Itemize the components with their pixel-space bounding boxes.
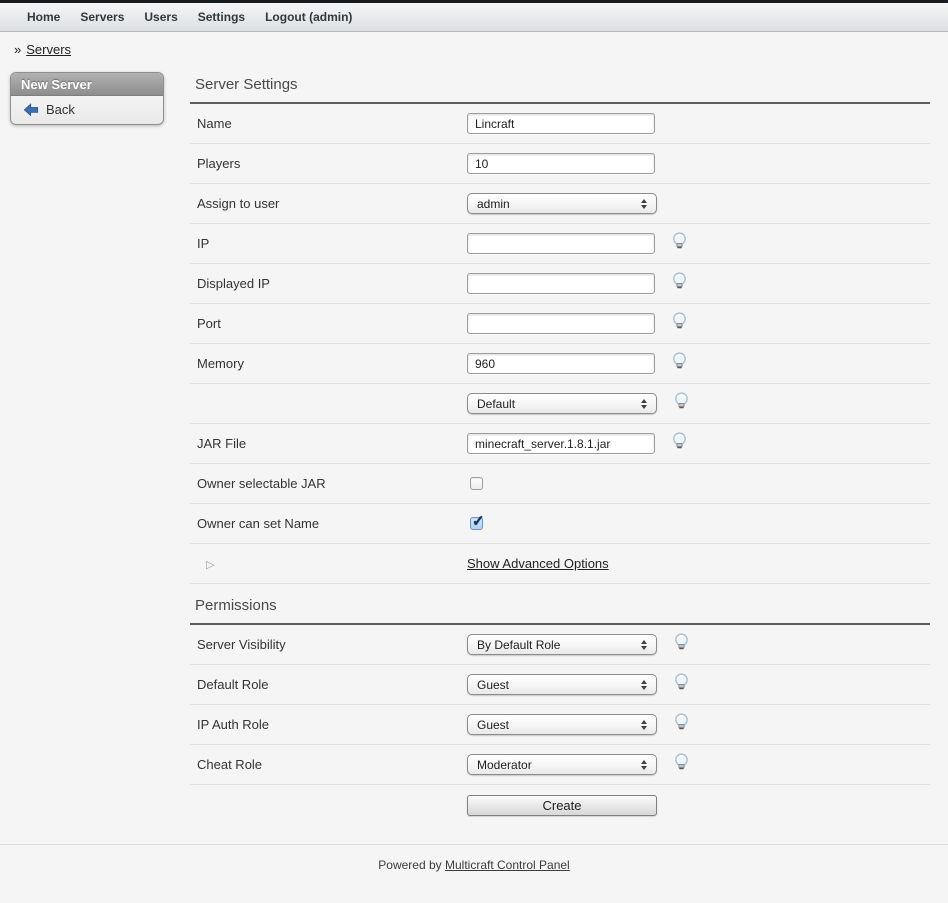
form-row-assign-to-user: Assign to user admin [190, 184, 930, 224]
content: New Server Back Server Settings Name Pla… [0, 63, 948, 826]
memory-label: Memory [190, 356, 467, 371]
memory-preset-value: Default [477, 397, 515, 411]
nav-item-settings[interactable]: Settings [188, 3, 255, 31]
back-arrow-icon [23, 103, 39, 117]
nav-item-logout[interactable]: Logout (admin) [255, 3, 362, 31]
select-stepper-icon [641, 760, 647, 770]
port-input[interactable] [467, 313, 655, 334]
server-visibility-help-bulb-icon[interactable] [673, 633, 690, 656]
section-title-server-settings: Server Settings [190, 63, 930, 102]
players-input[interactable] [467, 153, 655, 174]
server-settings-form: Server Settings Name Players Assign to u… [190, 63, 930, 826]
main-nav: Home Servers Users Settings Logout (admi… [0, 3, 948, 32]
breadcrumb: » Servers [0, 32, 948, 63]
server-visibility-value: By Default Role [477, 638, 560, 652]
ip-auth-role-select[interactable]: Guest [467, 714, 657, 735]
port-label: Port [190, 316, 467, 331]
owner-selectable-jar-label: Owner selectable JAR [190, 476, 467, 491]
owner-can-set-name-checkbox[interactable] [470, 517, 483, 530]
form-row-default-role: Default Role Guest [190, 665, 930, 705]
breadcrumb-link-servers[interactable]: Servers [26, 42, 71, 57]
form-row-memory: Memory [190, 344, 930, 384]
jar-file-help-bulb-icon[interactable] [671, 432, 688, 455]
owner-selectable-jar-checkbox[interactable] [470, 477, 483, 490]
page: Home Servers Users Settings Logout (admi… [0, 0, 948, 903]
server-visibility-label: Server Visibility [190, 637, 467, 652]
form-row-jar-file: JAR File [190, 424, 930, 464]
right-triangle-icon[interactable]: ▷ [206, 559, 214, 571]
advanced-disclosure: ▷ [190, 556, 467, 571]
show-advanced-options-link[interactable]: Show Advanced Options [467, 556, 609, 571]
sidebar-back-label: Back [46, 102, 75, 117]
ip-help-bulb-icon[interactable] [671, 232, 688, 255]
cheat-role-value: Moderator [477, 758, 532, 772]
memory-input[interactable] [467, 353, 655, 374]
select-stepper-icon [641, 720, 647, 730]
memory-preset-select[interactable]: Default [467, 393, 657, 414]
ip-auth-role-label: IP Auth Role [190, 717, 467, 732]
form-row-advanced-options: ▷ Show Advanced Options [190, 544, 930, 584]
form-row-owner-selectable-jar: Owner selectable JAR [190, 464, 930, 504]
assign-to-user-value: admin [477, 197, 510, 211]
footer-powered-by-text: Powered by [378, 858, 441, 872]
default-role-help-bulb-icon[interactable] [673, 673, 690, 696]
form-row-server-visibility: Server Visibility By Default Role [190, 625, 930, 665]
name-input[interactable] [467, 113, 655, 134]
form-row-owner-can-set-name: Owner can set Name [190, 504, 930, 544]
displayed-ip-input[interactable] [467, 273, 655, 294]
assign-to-user-label: Assign to user [190, 196, 467, 211]
jar-file-input[interactable] [467, 433, 655, 454]
form-row-ip-auth-role: IP Auth Role Guest [190, 705, 930, 745]
select-stepper-icon [641, 399, 647, 409]
cheat-role-select[interactable]: Moderator [467, 754, 657, 775]
select-stepper-icon [641, 640, 647, 650]
form-row-ip: IP [190, 224, 930, 264]
displayed-ip-help-bulb-icon[interactable] [671, 272, 688, 295]
assign-to-user-select[interactable]: admin [467, 193, 657, 214]
owner-can-set-name-label: Owner can set Name [190, 516, 467, 531]
name-label: Name [190, 116, 467, 131]
nav-item-users[interactable]: Users [134, 3, 187, 31]
ip-input[interactable] [467, 233, 655, 254]
displayed-ip-label: Displayed IP [190, 276, 467, 291]
jar-file-label: JAR File [190, 436, 467, 451]
memory-help-bulb-icon[interactable] [671, 352, 688, 375]
form-row-submit: Create [190, 785, 930, 826]
server-visibility-select[interactable]: By Default Role [467, 634, 657, 655]
cheat-role-label: Cheat Role [190, 757, 467, 772]
create-button[interactable]: Create [467, 795, 657, 816]
select-stepper-icon [641, 680, 647, 690]
form-row-name: Name [190, 104, 930, 144]
footer: Powered by Multicraft Control Panel [0, 844, 948, 872]
sidebar-title: New Server [11, 73, 163, 96]
ip-auth-role-value: Guest [477, 718, 509, 732]
footer-multicraft-link[interactable]: Multicraft Control Panel [445, 858, 570, 872]
form-row-displayed-ip: Displayed IP [190, 264, 930, 304]
form-row-memory-preset: Default [190, 384, 930, 424]
nav-item-servers[interactable]: Servers [70, 3, 134, 31]
ip-label: IP [190, 236, 467, 251]
sidebar-box: New Server Back [10, 72, 164, 125]
form-row-players: Players [190, 144, 930, 184]
breadcrumb-separator: » [14, 42, 21, 57]
section-title-permissions: Permissions [190, 584, 930, 623]
select-stepper-icon [641, 199, 647, 209]
memory-preset-help-bulb-icon[interactable] [673, 392, 690, 415]
sidebar-item-back[interactable]: Back [11, 96, 163, 124]
default-role-label: Default Role [190, 677, 467, 692]
cheat-role-help-bulb-icon[interactable] [673, 753, 690, 776]
form-row-cheat-role: Cheat Role Moderator [190, 745, 930, 785]
ip-auth-role-help-bulb-icon[interactable] [673, 713, 690, 736]
default-role-value: Guest [477, 678, 509, 692]
port-help-bulb-icon[interactable] [671, 312, 688, 335]
form-row-port: Port [190, 304, 930, 344]
default-role-select[interactable]: Guest [467, 674, 657, 695]
nav-item-home[interactable]: Home [17, 3, 70, 31]
players-label: Players [190, 156, 467, 171]
